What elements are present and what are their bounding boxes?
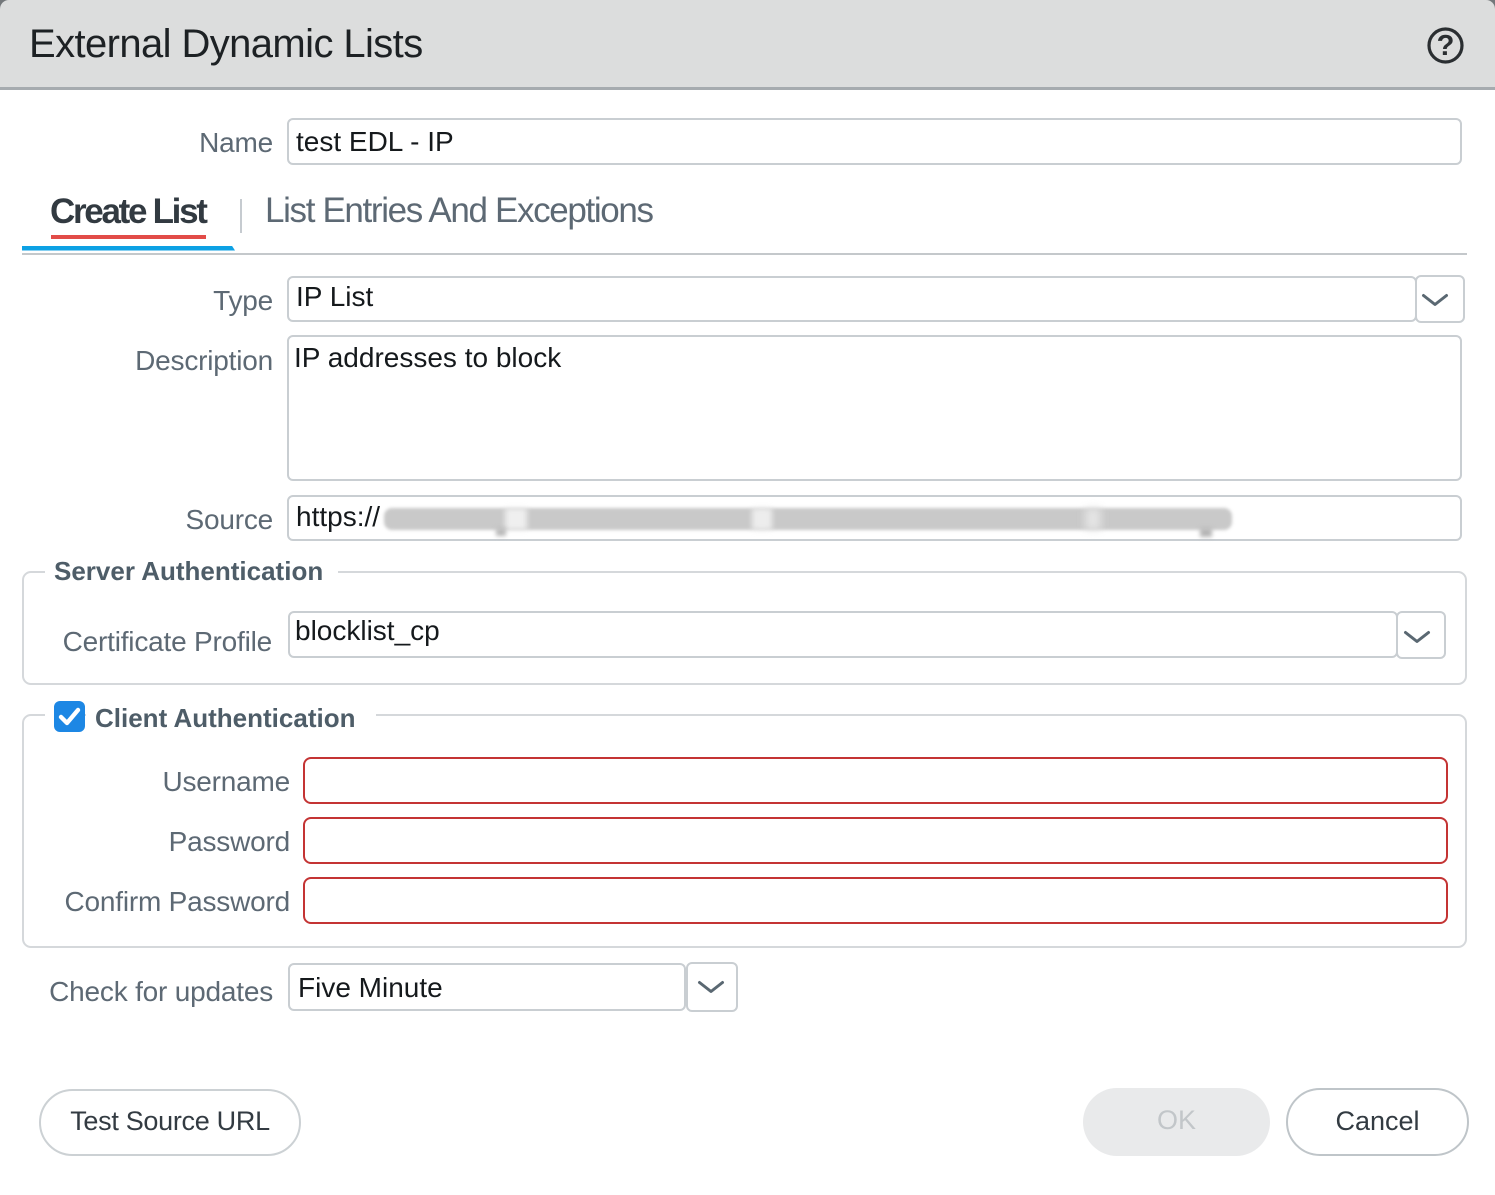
svg-text:?: ? xyxy=(1437,30,1455,62)
